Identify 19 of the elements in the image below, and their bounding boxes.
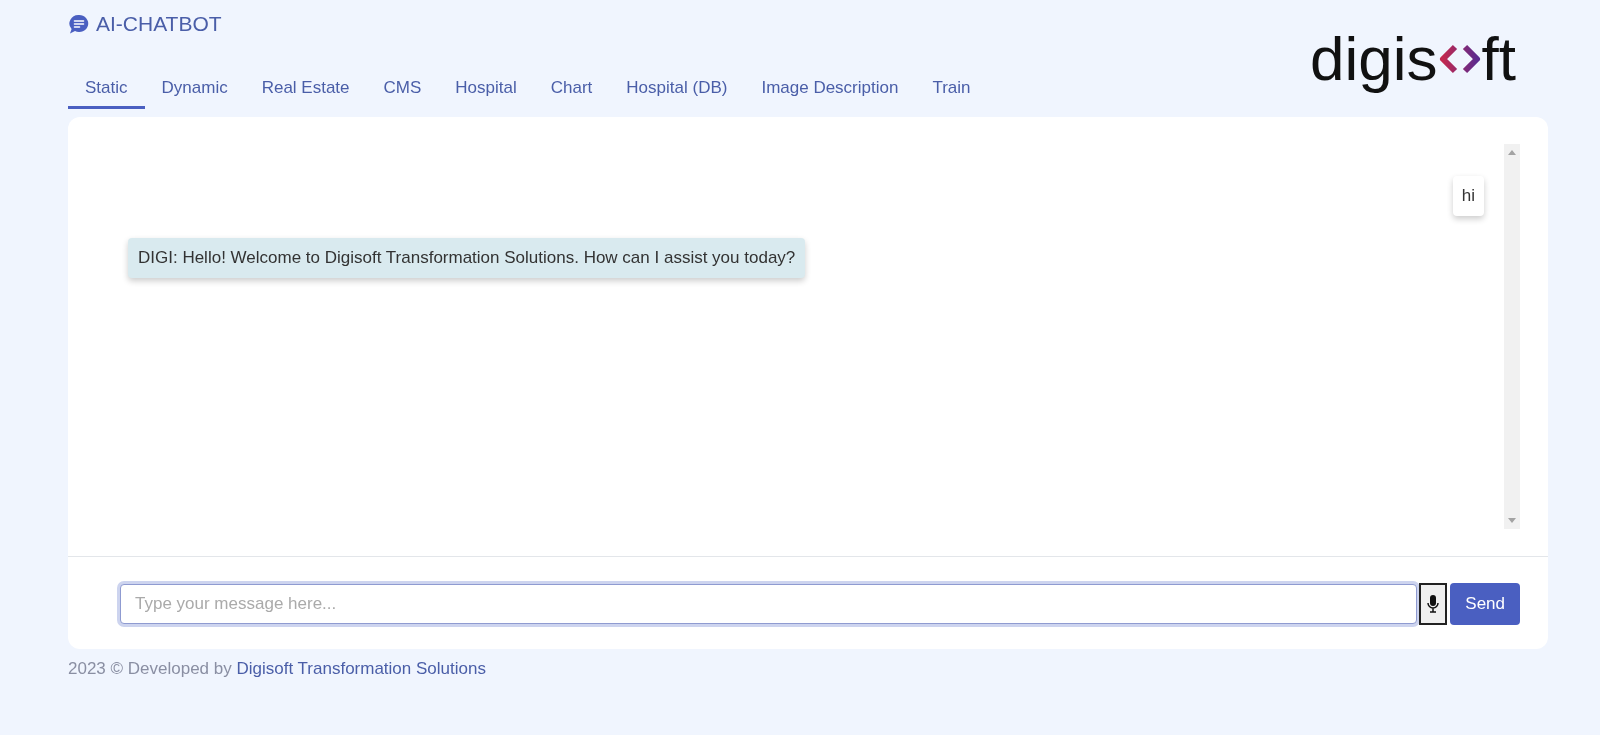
tab[interactable]: Train	[915, 72, 988, 109]
tab[interactable]: Dynamic	[144, 72, 245, 109]
tab[interactable]: Image Description	[744, 72, 916, 109]
user-message: hi	[1452, 176, 1484, 216]
tab[interactable]: Chart	[533, 72, 610, 109]
chat-icon	[68, 13, 90, 35]
bot-message: DIGI: Hello! Welcome to Digisoft Transformation Solutions. How can I assist you today?	[128, 238, 806, 278]
tab[interactable]: Real Estate	[244, 72, 367, 109]
microphone-button[interactable]	[1419, 583, 1448, 625]
company-link[interactable]: Digisoft Transformation Solutions	[236, 659, 486, 678]
tab[interactable]: Hospital	[438, 72, 534, 109]
message-input[interactable]: Type your message here...	[120, 584, 1418, 624]
tab[interactable]: Static	[68, 72, 145, 109]
send-button[interactable]: Send	[1450, 583, 1520, 625]
tab[interactable]: CMS	[366, 72, 439, 109]
microphone-icon	[1427, 594, 1440, 614]
app-title: AI-CHATBOT	[96, 12, 222, 36]
tab[interactable]: Hospital (DB)	[609, 72, 745, 109]
footer-text: 2023 © Developed by Digisoft Transformation Solutions	[68, 659, 487, 679]
